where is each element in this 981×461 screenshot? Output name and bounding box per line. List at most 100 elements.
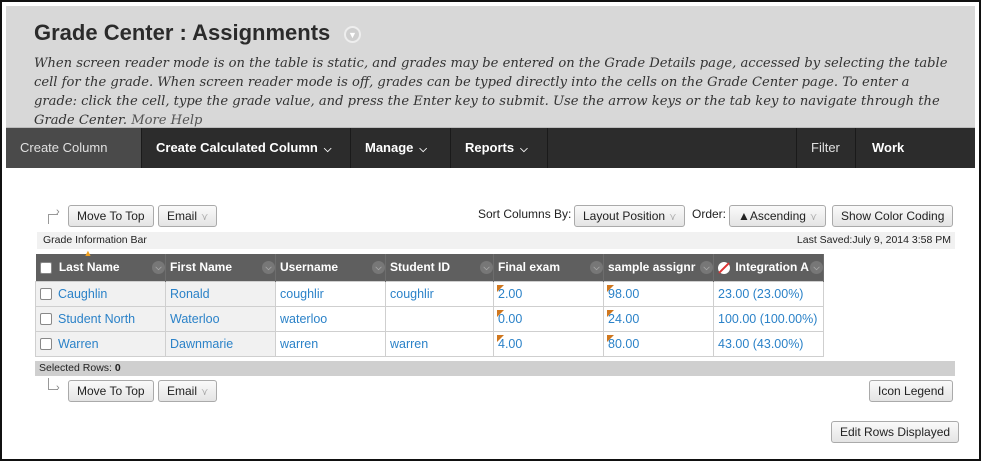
chevron-down-icon: ⌵ bbox=[520, 144, 528, 155]
column-menu-icon[interactable]: ⌵ bbox=[262, 261, 275, 274]
student-id-cell[interactable] bbox=[385, 305, 494, 332]
table-row: Caughlin Ronald coughlir coughlir 2.00 9… bbox=[35, 280, 824, 307]
column-header-integration[interactable]: Integration A ⌵ bbox=[713, 254, 824, 281]
info-bar-label: Grade Information Bar bbox=[43, 234, 147, 246]
chevron-down-icon: ⋎ bbox=[669, 212, 677, 223]
move-to-top-button-bottom[interactable]: Move To Top bbox=[68, 380, 154, 402]
arrow-right-icon: › bbox=[56, 382, 60, 394]
grade-cell[interactable]: 100.00 (100.00%) bbox=[713, 305, 824, 332]
row-checkbox[interactable] bbox=[40, 288, 52, 301]
column-header-last-name[interactable]: ▲ Last Name ⌵ bbox=[35, 248, 166, 281]
username-cell[interactable]: warren bbox=[275, 330, 386, 357]
show-color-coding-button[interactable]: Show Color Coding bbox=[832, 205, 954, 227]
header-label: Last Name bbox=[58, 260, 120, 275]
cell-text: Caughlin bbox=[58, 286, 108, 301]
title-menu-icon[interactable]: ▼ bbox=[344, 26, 361, 43]
grade-cell[interactable]: 98.00 bbox=[603, 280, 714, 307]
student-id-cell[interactable]: warren bbox=[385, 330, 494, 357]
chevron-down-icon: ⋎ bbox=[809, 212, 818, 223]
header-label: Integration A bbox=[735, 260, 809, 275]
grade-cell[interactable]: 4.00 bbox=[493, 330, 604, 357]
work-offline-menu[interactable]: Work Offline ⌵ bbox=[858, 128, 975, 195]
header-label: Student ID bbox=[390, 260, 450, 275]
column-menu-icon[interactable]: ⌵ bbox=[810, 261, 823, 274]
order-value: ▲Ascending bbox=[738, 209, 806, 223]
column-header-final-exam[interactable]: Final exam ⌵ bbox=[493, 254, 604, 281]
last-name-cell[interactable]: Student North bbox=[35, 305, 166, 332]
column-menu-icon[interactable]: ⌵ bbox=[152, 261, 165, 274]
action-bar: Create Column Create Calculated Column ⌵ … bbox=[6, 128, 975, 195]
selected-rows-bar: Selected Rows: 0 bbox=[35, 361, 955, 376]
grade-cell[interactable]: 2.00 bbox=[493, 280, 604, 307]
page-title: Grade Center : Assignments bbox=[34, 20, 331, 45]
email-label: Email bbox=[167, 209, 198, 223]
email-button-bottom[interactable]: Email ⋎ bbox=[158, 380, 218, 402]
grade-cell[interactable]: 0.00 bbox=[493, 305, 604, 332]
more-help-link[interactable]: More Help bbox=[131, 113, 203, 129]
first-name-cell[interactable]: Waterloo bbox=[165, 305, 276, 332]
filter-button[interactable]: Filter bbox=[796, 128, 856, 168]
grade-cell[interactable]: 43.00 (43.00%) bbox=[713, 330, 824, 357]
cell-text: Student North bbox=[58, 311, 136, 326]
selected-rows-count: 0 bbox=[114, 362, 121, 374]
username-cell[interactable]: coughlir bbox=[275, 280, 386, 307]
create-calculated-label: Create Calculated Column bbox=[156, 140, 318, 155]
manage-label: Manage bbox=[365, 140, 414, 155]
page-header: Grade Center : Assignments ▼ When screen… bbox=[6, 6, 975, 130]
select-all-checkbox[interactable] bbox=[39, 262, 52, 275]
row-checkbox[interactable] bbox=[40, 313, 52, 326]
column-menu-icon[interactable]: ⌵ bbox=[700, 261, 713, 274]
header-label: First Name bbox=[170, 260, 233, 275]
table-row: Student North Waterloo waterloo 0.00 24.… bbox=[35, 305, 824, 332]
column-menu-icon[interactable]: ⌵ bbox=[480, 261, 493, 274]
row-checkbox[interactable] bbox=[40, 338, 52, 351]
first-name-cell[interactable]: Dawnmarie bbox=[165, 330, 276, 357]
sort-value: Layout Position bbox=[583, 209, 666, 223]
sort-columns-select[interactable]: Layout Position ⋎ bbox=[574, 205, 686, 227]
chevron-down-icon: ⌵ bbox=[919, 184, 927, 195]
table-header-row: ▲ Last Name ⌵ First Name ⌵ Username ⌵ St… bbox=[35, 248, 824, 281]
last-saved-text: Last Saved:July 9, 2014 3:58 PM bbox=[796, 234, 951, 246]
table-row: Warren Dawnmarie warren warren 4.00 80.0… bbox=[35, 330, 824, 357]
reports-menu[interactable]: Reports ⌵ bbox=[451, 128, 548, 168]
selected-rows-label: Selected Rows: bbox=[39, 362, 112, 374]
last-name-cell[interactable]: Caughlin bbox=[35, 280, 166, 307]
first-name-cell[interactable]: Ronald bbox=[165, 280, 276, 307]
help-text: When screen reader mode is on the table … bbox=[34, 54, 954, 130]
chevron-down-icon: ⋎ bbox=[201, 387, 209, 398]
create-column-button[interactable]: Create Column bbox=[6, 128, 142, 168]
email-label: Email bbox=[167, 384, 198, 398]
grade-cell[interactable]: 80.00 bbox=[603, 330, 714, 357]
arrow-right-icon: › bbox=[56, 206, 60, 218]
not-visible-icon bbox=[718, 262, 730, 275]
column-menu-icon[interactable]: ⌵ bbox=[590, 261, 603, 274]
create-calculated-column-menu[interactable]: Create Calculated Column ⌵ bbox=[142, 128, 351, 168]
student-id-cell[interactable]: coughlir bbox=[385, 280, 494, 307]
order-select[interactable]: ▲Ascending ⋎ bbox=[729, 205, 827, 227]
sort-up-icon: ▲ bbox=[83, 248, 93, 258]
grade-cell[interactable]: 24.00 bbox=[603, 305, 714, 332]
username-cell[interactable]: waterloo bbox=[275, 305, 386, 332]
cell-text: Warren bbox=[58, 336, 99, 351]
icon-legend-button[interactable]: Icon Legend bbox=[869, 380, 954, 402]
header-label: Username bbox=[280, 260, 339, 275]
column-header-student-id[interactable]: Student ID ⌵ bbox=[385, 254, 494, 281]
column-header-sample-assignment[interactable]: sample assignr ⌵ bbox=[603, 254, 714, 281]
manage-menu[interactable]: Manage ⌵ bbox=[351, 128, 451, 168]
chevron-down-icon: ⌵ bbox=[419, 144, 427, 155]
last-name-cell[interactable]: Warren bbox=[35, 330, 166, 357]
grade-table: ▲ Last Name ⌵ First Name ⌵ Username ⌵ St… bbox=[35, 248, 824, 357]
edit-rows-displayed-button[interactable]: Edit Rows Displayed bbox=[831, 421, 960, 443]
order-label: Order: bbox=[692, 207, 727, 221]
chevron-down-icon: ⌵ bbox=[323, 144, 332, 155]
column-header-username[interactable]: Username ⌵ bbox=[275, 254, 386, 281]
work-offline-label: Work Offline bbox=[872, 140, 914, 195]
move-to-top-button[interactable]: Move To Top bbox=[68, 205, 154, 227]
email-button[interactable]: Email ⋎ bbox=[158, 205, 218, 227]
sort-columns-label: Sort Columns By: bbox=[478, 207, 572, 221]
reports-label: Reports bbox=[465, 140, 515, 155]
column-menu-icon[interactable]: ⌵ bbox=[372, 261, 385, 274]
grade-information-bar: Grade Information Bar Last Saved:July 9,… bbox=[37, 232, 955, 249]
grade-cell[interactable]: 23.00 (23.00%) bbox=[713, 280, 824, 307]
column-header-first-name[interactable]: First Name ⌵ bbox=[165, 254, 276, 281]
